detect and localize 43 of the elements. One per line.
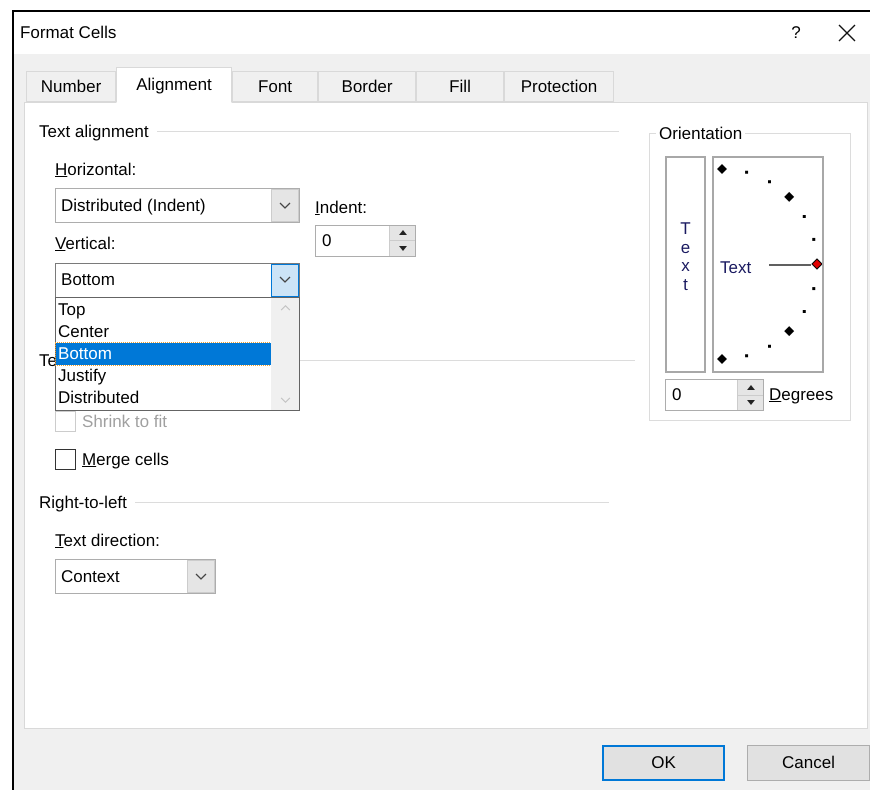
triangle-up-icon: [746, 384, 754, 390]
dropdown-arrow-button[interactable]: [271, 264, 299, 296]
tab[interactable]: Fill: [416, 71, 504, 102]
dropdown-option[interactable]: Center: [56, 320, 271, 342]
number-spinner-field[interactable]: 0: [665, 379, 764, 411]
chevron-down-icon: [279, 276, 291, 284]
triangle-down-icon: [398, 246, 406, 251]
dialog-button[interactable]: OK: [602, 745, 725, 781]
field-label: Degrees: [769, 384, 834, 406]
vertical-text-box[interactable]: Text: [665, 156, 706, 373]
tab[interactable]: Alignment: [116, 67, 232, 103]
dial-label: Text: [720, 257, 752, 279]
checkbox-label: Shrink to fit: [82, 411, 168, 433]
field-label: Text direction:: [55, 530, 161, 552]
dropdown-option[interactable]: Distributed: [56, 386, 271, 408]
dropdown-field[interactable]: Bottom: [55, 262, 300, 298]
orientation-dial[interactable]: Text: [712, 156, 824, 373]
dialog-button[interactable]: Cancel: [747, 745, 870, 781]
field-label: Horizontal:: [55, 158, 138, 180]
close-icon[interactable]: [838, 24, 856, 42]
triangle-down-icon: [746, 400, 754, 406]
tab[interactable]: Number: [26, 71, 116, 102]
number-spinner-field[interactable]: 0: [315, 224, 416, 256]
dropdown-option[interactable]: Bottom: [56, 342, 271, 364]
help-button[interactable]: ?: [776, 20, 816, 46]
tab[interactable]: Border: [318, 71, 416, 102]
checkbox[interactable]: [55, 448, 76, 470]
section-heading: Text alignment: [39, 121, 149, 143]
dropdown-option[interactable]: Top: [56, 298, 271, 320]
dropdown-option[interactable]: Justify: [56, 364, 271, 386]
vertical-text: Text: [680, 220, 692, 296]
window-title: Format Cells: [20, 22, 118, 44]
chevron-down-icon: [195, 572, 207, 580]
tab[interactable]: Protection: [504, 71, 614, 102]
dropdown-field[interactable]: Distributed (Indent): [55, 188, 300, 223]
dropdown-field[interactable]: Context: [55, 559, 216, 594]
section-heading: Right-to-left: [39, 492, 127, 514]
tab[interactable]: Font: [232, 71, 318, 102]
triangle-up-icon: [398, 230, 406, 236]
checkbox-label: Merge cells: [82, 448, 169, 470]
field-label: Vertical:: [55, 233, 116, 255]
field-label: Indent:: [315, 197, 368, 219]
chevron-down-icon: [279, 202, 291, 210]
